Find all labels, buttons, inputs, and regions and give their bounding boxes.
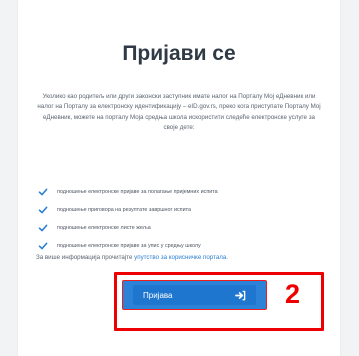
sign-in-icon	[235, 290, 246, 300]
step-number: 2	[285, 279, 301, 309]
list-item: подношење приговора на резултате завршно…	[38, 201, 328, 219]
page-title: Пријави се	[122, 42, 236, 65]
footer-info: За више информација прочитајте упутство …	[36, 254, 336, 261]
instructions-link[interactable]: упутство за корисничке портала.	[134, 254, 228, 261]
login-button-label: Пријава	[143, 290, 173, 300]
list-item: подношење електронске пријаве за упис у …	[38, 237, 328, 255]
login-button[interactable]: Пријава	[122, 280, 267, 310]
login-button-inner: Пријава	[133, 285, 256, 305]
check-icon	[38, 206, 48, 214]
service-label: подношење електронске пријаве за полагањ…	[57, 189, 218, 195]
list-item: подношење електронске пријаве за полагањ…	[38, 183, 328, 201]
check-icon	[38, 188, 48, 196]
service-label: подношење приговора на резултате завршно…	[57, 207, 191, 213]
check-icon	[38, 224, 48, 232]
check-icon	[38, 242, 48, 250]
intro-text: Уколико као родитељ или други законски з…	[37, 93, 321, 131]
footer-text: За више информација прочитајте	[36, 254, 135, 261]
services-list: подношење електронске пријаве за полагањ…	[38, 183, 328, 255]
service-label: подношење електронске листе жеља	[57, 225, 151, 231]
service-label: подношење електронске пријаве за упис у …	[57, 243, 201, 249]
list-item: подношење електронске листе жеља	[38, 219, 328, 237]
